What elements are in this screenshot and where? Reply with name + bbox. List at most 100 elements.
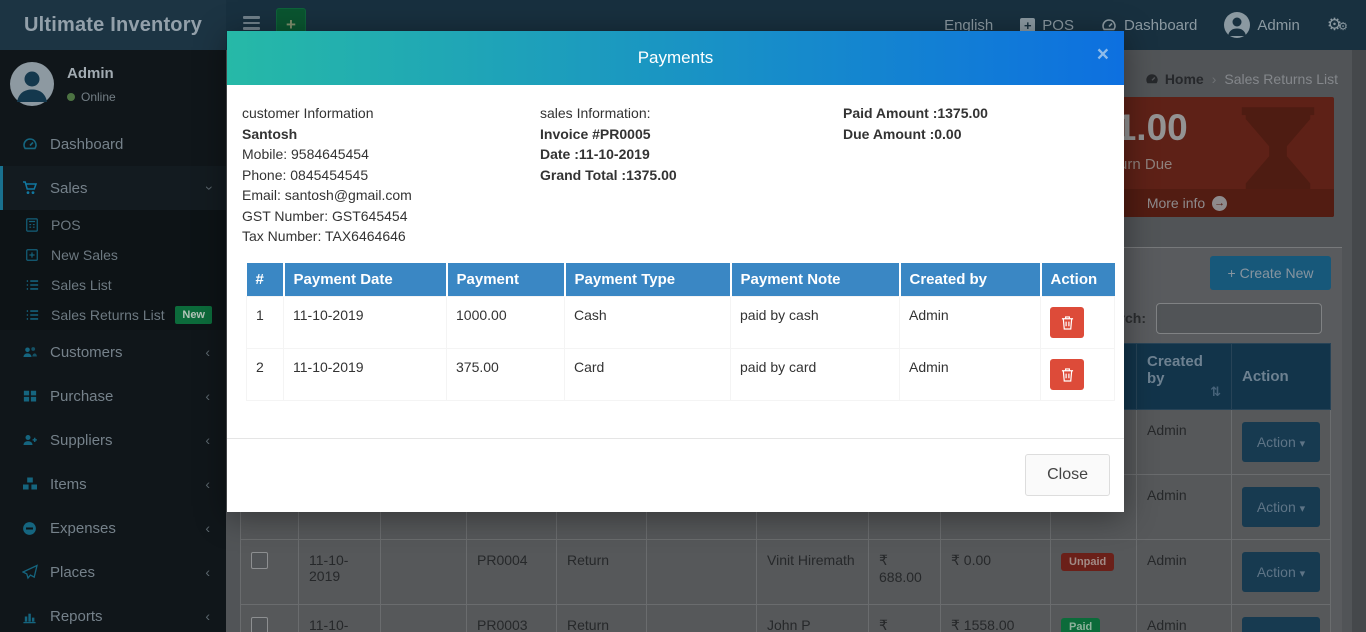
sort-icon: ⇅ bbox=[1210, 384, 1221, 400]
sidebar-item-customers[interactable]: Customers ‹ bbox=[0, 330, 226, 374]
close-icon[interactable]: × bbox=[1097, 43, 1109, 67]
row-checkbox[interactable] bbox=[251, 617, 268, 632]
dashboard-icon bbox=[22, 136, 38, 152]
payments-col-created-by: Created by bbox=[900, 263, 1041, 297]
payments-col-sn: # bbox=[247, 263, 284, 297]
delete-payment-button[interactable] bbox=[1050, 359, 1084, 390]
settings-gears-icon[interactable]: ⚙⚙ bbox=[1327, 15, 1348, 35]
scrollbar-area[interactable] bbox=[1352, 50, 1366, 632]
minus-circle-icon bbox=[22, 521, 37, 536]
new-badge: New bbox=[175, 306, 212, 324]
th-large-icon bbox=[23, 389, 37, 403]
sidebar-item-expenses[interactable]: Expenses ‹ bbox=[0, 506, 226, 550]
status-badge: Unpaid bbox=[1061, 553, 1114, 571]
sidebar-item-dashboard[interactable]: Dashboard bbox=[0, 122, 226, 166]
payments-col-payment: Payment bbox=[447, 263, 565, 297]
caret-down-icon: ▾ bbox=[1300, 438, 1306, 450]
chevron-left-icon: ‹ bbox=[205, 476, 210, 492]
payments-col-note: Payment Note bbox=[731, 263, 900, 297]
due-amount: Due Amount :0.00 bbox=[843, 124, 988, 145]
delete-payment-button[interactable] bbox=[1050, 307, 1084, 338]
sidebar-item-suppliers[interactable]: Suppliers ‹ bbox=[0, 418, 226, 462]
column-header-action[interactable]: Action bbox=[1232, 344, 1331, 410]
breadcrumb: Home › Sales Returns List bbox=[1145, 71, 1338, 87]
dashboard-label: Dashboard bbox=[1124, 17, 1197, 34]
breadcrumb-home[interactable]: Home bbox=[1145, 71, 1204, 87]
row-checkbox[interactable] bbox=[251, 552, 268, 569]
table-row: 11-10-2019 PR0004 Return Vinit Hiremath … bbox=[241, 540, 1331, 605]
sidebar-user-panel: Admin Online bbox=[0, 50, 226, 122]
user-status: Online bbox=[67, 90, 116, 104]
payments-col-date: Payment Date bbox=[284, 263, 447, 297]
avatar bbox=[1224, 12, 1250, 38]
sales-submenu: POS New Sales Sales List Sales Returns L… bbox=[0, 210, 226, 330]
chevron-left-icon: ‹ bbox=[205, 520, 210, 536]
topbar-user-name: Admin bbox=[1257, 17, 1300, 34]
sidebar-item-sales-list[interactable]: Sales List bbox=[0, 270, 226, 300]
user-plus-icon bbox=[22, 432, 38, 448]
chevron-left-icon: ‹ bbox=[205, 564, 210, 580]
sidebar-item-pos[interactable]: POS bbox=[0, 210, 226, 240]
customer-information: customer Information Santosh Mobile: 958… bbox=[242, 103, 412, 247]
sidebar-user-name: Admin bbox=[67, 65, 116, 82]
bar-chart-icon bbox=[22, 609, 37, 624]
customer-name: Santosh bbox=[242, 124, 412, 145]
row-action-dropdown[interactable]: Action ▾ bbox=[1242, 552, 1320, 592]
status-badge: Paid bbox=[1061, 618, 1100, 632]
modal-header: Payments × bbox=[227, 31, 1124, 85]
sidebar-toggle-icon[interactable] bbox=[243, 16, 261, 32]
sidebar-item-sales-returns-list[interactable]: Sales Returns List New bbox=[0, 300, 226, 330]
modal-footer: Close bbox=[227, 438, 1124, 512]
amount-summary: Paid Amount :1375.00 Due Amount :0.00 bbox=[843, 103, 988, 144]
payment-row: 1 11-10-2019 1000.00 Cash paid by cash A… bbox=[247, 297, 1115, 349]
payments-modal: Payments × customer Information Santosh … bbox=[227, 31, 1124, 512]
row-action-dropdown[interactable]: Action ▾ bbox=[1242, 617, 1320, 632]
trash-icon bbox=[1061, 367, 1074, 382]
cart-icon bbox=[22, 180, 38, 196]
modal-title: Payments bbox=[227, 31, 1124, 85]
plus-square-icon bbox=[25, 248, 39, 262]
sidebar-item-purchase[interactable]: Purchase ‹ bbox=[0, 374, 226, 418]
sidebar-item-places[interactable]: Places ‹ bbox=[0, 550, 226, 594]
column-header-created-by[interactable]: Created by⇅ bbox=[1137, 344, 1232, 410]
sales-information: sales Information: Invoice #PR0005 Date … bbox=[540, 103, 677, 185]
chevron-left-icon: ‹ bbox=[205, 608, 210, 624]
paid-amount: Paid Amount :1375.00 bbox=[843, 103, 988, 124]
caret-down-icon: ▾ bbox=[1300, 568, 1306, 580]
paper-plane-icon bbox=[22, 564, 38, 580]
calculator-icon bbox=[25, 218, 39, 232]
search-input[interactable] bbox=[1156, 303, 1322, 334]
chevron-left-icon: ‹ bbox=[205, 388, 210, 404]
payments-table: # Payment Date Payment Payment Type Paym… bbox=[246, 263, 1115, 401]
app-logo[interactable]: Ultimate Inventory bbox=[0, 0, 226, 50]
sidebar: Admin Online Dashboard Sales ‹ POS New S… bbox=[0, 50, 226, 632]
chevron-left-icon: ‹ bbox=[205, 344, 210, 360]
create-new-button[interactable]: + Create New bbox=[1210, 256, 1331, 290]
breadcrumb-current: Sales Returns List bbox=[1224, 71, 1338, 87]
arrow-circle-right-icon: → bbox=[1212, 196, 1227, 211]
close-button[interactable]: Close bbox=[1025, 454, 1110, 496]
chevron-down-icon: ‹ bbox=[200, 186, 216, 191]
plus-icon: + bbox=[1228, 265, 1236, 281]
row-action-dropdown[interactable]: Action ▾ bbox=[1242, 422, 1320, 462]
list-icon bbox=[25, 308, 39, 322]
sidebar-item-new-sales[interactable]: New Sales bbox=[0, 240, 226, 270]
users-icon bbox=[22, 344, 38, 360]
sidebar-item-items[interactable]: Items ‹ bbox=[0, 462, 226, 506]
topbar-user-menu[interactable]: Admin bbox=[1224, 12, 1300, 38]
online-dot-icon bbox=[67, 93, 75, 101]
payment-row: 2 11-10-2019 375.00 Card paid by card Ad… bbox=[247, 349, 1115, 401]
sidebar-item-reports[interactable]: Reports ‹ bbox=[0, 594, 226, 632]
trash-icon bbox=[1061, 315, 1074, 330]
chevron-left-icon: ‹ bbox=[205, 432, 210, 448]
breadcrumb-separator: › bbox=[1212, 71, 1217, 87]
cubes-icon bbox=[22, 476, 38, 492]
dashboard-icon bbox=[1145, 72, 1159, 86]
row-action-dropdown[interactable]: Action ▾ bbox=[1242, 487, 1320, 527]
table-row: 11-10-2019 PR0003 Return John P ₹ 1558.0… bbox=[241, 605, 1331, 632]
list-icon bbox=[25, 278, 39, 292]
payments-col-action: Action bbox=[1041, 263, 1115, 297]
caret-down-icon: ▾ bbox=[1300, 503, 1306, 515]
payments-col-type: Payment Type bbox=[565, 263, 731, 297]
sidebar-item-sales[interactable]: Sales ‹ bbox=[0, 166, 226, 210]
